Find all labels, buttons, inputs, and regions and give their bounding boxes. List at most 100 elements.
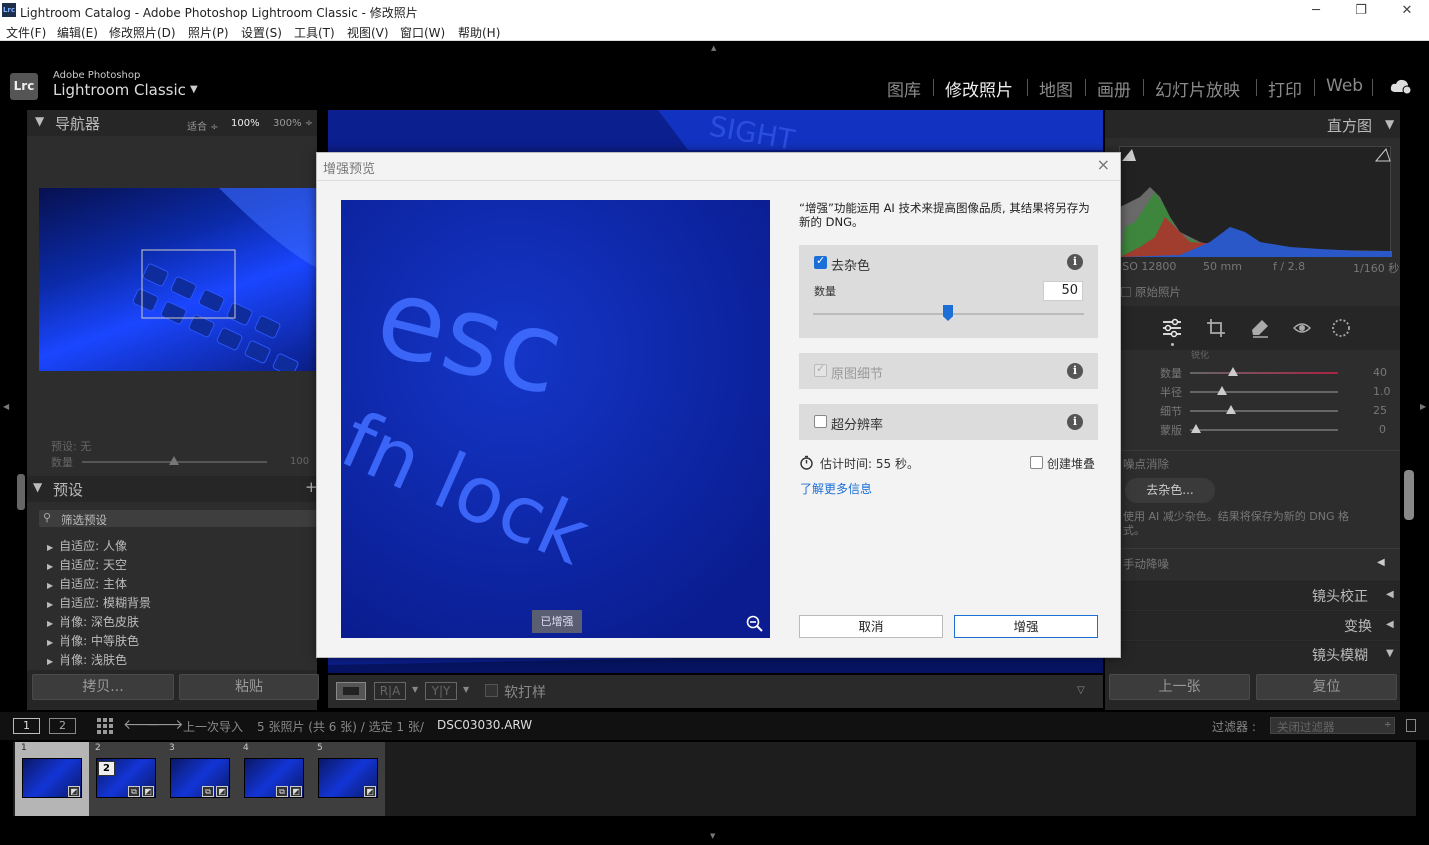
denoise-button[interactable]: 去杂色... (1125, 478, 1215, 503)
soft-proof-checkbox[interactable] (485, 684, 498, 697)
second-window-button[interactable]: 2 (49, 718, 76, 734)
grid-view-icon[interactable] (97, 718, 113, 734)
info-icon[interactable]: i (1067, 414, 1083, 430)
preset-amount-thumb[interactable] (169, 456, 179, 465)
menu-develop[interactable]: 修改照片(D) (109, 24, 176, 41)
collapse-top-icon[interactable]: ▲ (711, 44, 716, 52)
healing-eraser-icon[interactable] (1250, 318, 1270, 338)
learn-more-link[interactable]: 了解更多信息 (800, 480, 872, 497)
collapse-histogram-icon[interactable]: ▼ (1385, 117, 1394, 131)
source-label[interactable]: 上一次导入 (183, 718, 243, 735)
filmstrip-thumb-2[interactable]: 2 2 ⧉ ◩ (89, 742, 163, 816)
preset-folder[interactable]: ▶ 自适应: 人像 (47, 537, 127, 554)
enhance-preview-image[interactable]: esc fn lock 已增强 (341, 200, 770, 638)
restore-button[interactable]: ❐ (1351, 2, 1371, 20)
info-icon[interactable]: i (1067, 254, 1083, 270)
filmstrip-thumb-4[interactable]: 4 ⧉ ◩ (237, 742, 311, 816)
menu-edit[interactable]: 编辑(E) (57, 24, 98, 41)
left-scrollbar[interactable] (17, 474, 25, 510)
filmstrip-thumb-1[interactable]: 1 ◩ (15, 742, 89, 816)
red-eye-icon[interactable] (1292, 318, 1312, 338)
sharpen-amount-thumb[interactable] (1228, 367, 1238, 376)
before-after-lr-icon[interactable]: R|A (374, 682, 406, 700)
filter-lock-icon[interactable] (1406, 719, 1416, 732)
module-library[interactable]: 图库 (887, 76, 921, 101)
amount-slider-thumb[interactable] (943, 305, 953, 321)
amount-input[interactable]: 50 (1043, 281, 1083, 301)
filmstrip-thumb-3[interactable]: 3 ⧉ ◩ (163, 742, 237, 816)
preset-folder[interactable]: ▶ 肖像: 深色皮肤 (47, 613, 139, 630)
reset-button[interactable]: 复位 (1256, 674, 1397, 700)
collapse-bottom-icon[interactable]: ▼ (710, 832, 715, 840)
minimize-button[interactable]: ─ (1306, 2, 1326, 20)
transform-expand-icon[interactable]: ◀ (1386, 619, 1394, 630)
masking-icon[interactable] (1330, 317, 1352, 339)
menu-file[interactable]: 文件(F) (6, 24, 46, 41)
filmstrip-thumb-5[interactable]: 5 ◩ (311, 742, 385, 816)
manual-noise-expand-icon[interactable]: ◀ (1377, 557, 1385, 568)
forward-arrow-icon[interactable]: 🡒 (146, 716, 184, 733)
preset-folder[interactable]: ▶ 自适应: 天空 (47, 556, 127, 573)
module-map[interactable]: 地图 (1039, 76, 1073, 101)
before-after-dropdown-icon[interactable]: ▼ (412, 685, 418, 694)
create-stack-checkbox[interactable] (1030, 456, 1043, 469)
cloud-sync-icon[interactable] (1389, 77, 1413, 95)
loupe-view-icon[interactable] (336, 682, 366, 700)
menu-photo[interactable]: 照片(P) (188, 24, 229, 41)
module-develop[interactable]: 修改照片 (945, 76, 1013, 101)
zoom-100[interactable]: 100% (231, 118, 260, 129)
module-print[interactable]: 打印 (1268, 76, 1302, 101)
zoom-300[interactable]: 300% ÷ (273, 118, 313, 129)
filter-select[interactable]: 关闭过滤器 ÷ (1270, 717, 1395, 734)
sharpen-radius-slider[interactable] (1190, 391, 1338, 393)
navigator-preview[interactable] (39, 188, 317, 371)
stack-count-badge[interactable]: 2 (98, 761, 115, 776)
left-panel-toggle-icon[interactable]: ◀ (3, 402, 9, 411)
menu-window[interactable]: 窗口(W) (400, 24, 445, 41)
histogram[interactable] (1119, 146, 1392, 257)
close-button[interactable]: ✕ (1397, 2, 1417, 20)
identity-plate-arrow-icon[interactable]: ▼ (190, 84, 198, 95)
sharpen-masking-slider[interactable] (1190, 429, 1338, 431)
preset-folder[interactable]: ▶ 肖像: 中等肤色 (47, 632, 139, 649)
crop-icon[interactable] (1206, 318, 1226, 338)
lens-blur-expand-icon[interactable]: ▼ (1386, 648, 1394, 659)
paste-settings-button[interactable]: 粘贴 (179, 674, 319, 700)
preset-folder[interactable]: ▶ 自适应: 模糊背景 (47, 594, 151, 611)
copy-settings-button[interactable]: 拷贝... (32, 674, 174, 700)
module-web[interactable]: Web (1326, 76, 1363, 96)
manual-noise-label[interactable]: 手动降噪 (1123, 556, 1169, 572)
filter-presets-input[interactable]: ⚲ 筛选预设 (39, 510, 317, 527)
previous-button[interactable]: 上一张 (1109, 674, 1250, 700)
toolbar-menu-icon[interactable]: ▽ (1077, 685, 1085, 696)
menu-help[interactable]: 帮助(H) (458, 24, 500, 41)
menu-settings[interactable]: 设置(S) (241, 24, 282, 41)
menu-view[interactable]: 视图(V) (347, 24, 389, 41)
collapse-navigator-icon[interactable]: ▼ (35, 114, 44, 128)
main-window-button[interactable]: 1 (13, 718, 40, 734)
collapse-presets-icon[interactable]: ▼ (33, 480, 42, 494)
module-book[interactable]: 画册 (1097, 76, 1131, 101)
original-photo-checkbox[interactable] (1121, 287, 1131, 297)
enhance-button[interactable]: 增强 (954, 615, 1098, 638)
info-icon[interactable]: i (1067, 363, 1083, 379)
copy-dropdown-icon[interactable]: ▼ (463, 685, 469, 694)
sharpen-detail-slider[interactable] (1190, 410, 1338, 412)
sharpen-radius-thumb[interactable] (1217, 386, 1227, 395)
module-slideshow[interactable]: 幻灯片放映 (1155, 76, 1240, 101)
zoom-out-icon[interactable] (746, 615, 764, 633)
dialog-close-icon[interactable]: × (1097, 155, 1110, 174)
right-scrollbar[interactable] (1404, 470, 1414, 520)
cancel-button[interactable]: 取消 (799, 615, 943, 638)
menu-tools[interactable]: 工具(T) (294, 24, 335, 41)
sharpen-detail-thumb[interactable] (1226, 405, 1236, 414)
lens-corrections-expand-icon[interactable]: ◀ (1386, 589, 1394, 600)
edit-sliders-icon[interactable] (1162, 318, 1182, 338)
zoom-fit[interactable]: 适合 ÷ (187, 118, 219, 133)
sharpen-masking-thumb[interactable] (1191, 424, 1201, 433)
super-resolution-checkbox[interactable] (814, 415, 827, 428)
preset-folder[interactable]: ▶ 自适应: 主体 (47, 575, 127, 592)
right-panel-toggle-icon[interactable]: ▶ (1420, 402, 1426, 411)
sharpen-amount-slider[interactable] (1190, 372, 1338, 374)
before-after-copy-icon[interactable]: Y|Y (425, 682, 457, 700)
